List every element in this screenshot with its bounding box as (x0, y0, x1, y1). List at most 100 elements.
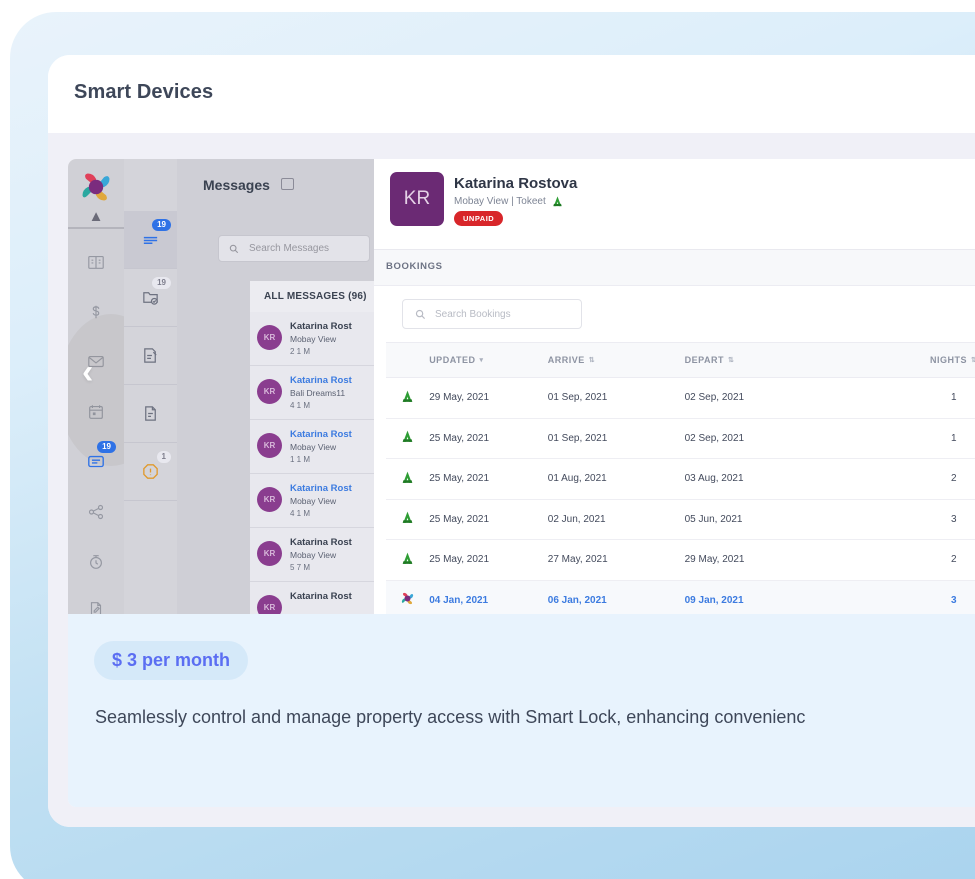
table-row[interactable]: 25 May, 2021 01 Aug, 2021 03 Aug, 2021 2 (386, 459, 975, 500)
list-item[interactable]: KR Katarina Rost Mobay View 1 1 M (250, 420, 374, 474)
all-messages-tab-label: ALL MESSAGES (96) (264, 291, 367, 302)
column-header-updated-label: UPDATED (429, 355, 475, 365)
rail-item-properties[interactable] (68, 237, 124, 287)
bookings-table: UPDATED ▾ ARRIVE ⇅ DEPART ⇅ (386, 342, 975, 614)
tokeet-color-icon (386, 591, 429, 609)
guest-header: KR Katarina Rostova Mobay View | Tokeet … (374, 159, 975, 250)
avatar: KR (257, 433, 282, 458)
table-row[interactable]: 29 May, 2021 01 Sep, 2021 02 Sep, 2021 1 (386, 378, 975, 419)
rail-collapse-chevron-up-icon[interactable]: ▲ (68, 209, 124, 224)
sort-icon: ⇅ (971, 356, 975, 364)
column-header-depart[interactable]: DEPART ⇅ (685, 355, 904, 365)
nav2-item-threads[interactable]: 19 (124, 269, 177, 327)
secondary-nav: 19 19 (124, 159, 177, 614)
cell-arrive: 27 May, 2021 (548, 554, 685, 565)
cell-arrive: 06 Jan, 2021 (548, 595, 685, 606)
message-meta: 1 1 M (290, 455, 374, 464)
product-preview-panel: ▲ (68, 159, 975, 807)
rail-item-documents[interactable] (68, 584, 124, 614)
rail-item-channels[interactable] (68, 487, 124, 537)
column-header-updated[interactable]: UPDATED ▾ (429, 355, 548, 365)
cell-arrive: 02 Jun, 2021 (548, 514, 685, 525)
message-meta: 4 1 M (290, 401, 374, 410)
list-view-icon[interactable] (281, 178, 294, 190)
cell-updated: 25 May, 2021 (429, 554, 548, 565)
tokeet-green-icon (386, 510, 429, 528)
smart-devices-window: Smart Devices (48, 55, 975, 827)
nav2-item-all-messages[interactable]: 19 (124, 211, 177, 269)
nav2-item-alerts[interactable]: 1 (124, 443, 177, 501)
message-sender: Katarina Rost (290, 321, 374, 332)
message-sender: Katarina Rost (290, 537, 374, 548)
message-property: Bali Dreams11 (290, 388, 374, 398)
table-row[interactable]: 25 May, 2021 02 Jun, 2021 05 Jun, 2021 3 (386, 500, 975, 541)
rail-messages-badge: 19 (97, 441, 116, 453)
message-meta: 2 1 M (290, 347, 374, 356)
nav2-item-drafts[interactable] (124, 385, 177, 443)
avatar: KR (257, 487, 282, 512)
message-property: Mobay View (290, 496, 374, 506)
list-item[interactable]: KR Katarina Rost Mobay View 5 7 M (250, 528, 374, 582)
nav2-badge-alerts: 1 (157, 451, 171, 463)
all-messages-tab[interactable]: ALL MESSAGES (96) (250, 281, 374, 312)
column-header-arrive[interactable]: ARRIVE ⇅ (548, 355, 685, 365)
guest-subtitle: Mobay View | Tokeet (454, 195, 564, 208)
list-item[interactable]: KR Katarina Rost Mobay View 2 1 M (250, 312, 374, 366)
table-row[interactable]: 25 May, 2021 01 Sep, 2021 02 Sep, 2021 1 (386, 419, 975, 460)
avatar: KR (257, 541, 282, 566)
cell-nights: 1 (904, 392, 975, 403)
cell-nights: 2 (904, 473, 975, 484)
search-icon (229, 244, 239, 254)
cell-updated: 25 May, 2021 (429, 433, 548, 444)
message-meta: 5 7 M (290, 563, 374, 572)
message-property: Mobay View (290, 334, 374, 344)
rail-item-automation[interactable] (68, 537, 124, 587)
cell-nights: 2 (904, 554, 975, 565)
bookings-section-label: BOOKINGS (374, 250, 975, 286)
cell-depart: 02 Sep, 2021 (685, 433, 904, 444)
cell-updated: 25 May, 2021 (429, 473, 548, 484)
feature-description: Seamlessly control and manage property a… (95, 707, 805, 728)
cell-depart: 03 Aug, 2021 (685, 473, 904, 484)
guest-subtitle-text: Mobay View | Tokeet (454, 196, 546, 207)
bookings-section-label-text: BOOKINGS (386, 261, 443, 272)
guest-name: Katarina Rostova (454, 175, 577, 192)
messages-title: Messages (203, 177, 270, 193)
screenshot-stage: Smart Devices (0, 0, 975, 879)
list-item[interactable]: KR Katarina Rost (250, 582, 374, 614)
cell-arrive: 01 Aug, 2021 (548, 473, 685, 484)
avatar: KR (257, 325, 282, 350)
message-sender: Katarina Rost (290, 429, 374, 440)
nav2-item-templates[interactable] (124, 327, 177, 385)
column-header-nights[interactable]: NIGHTS ⇅ (904, 355, 975, 365)
cell-depart: 05 Jun, 2021 (685, 514, 904, 525)
list-item[interactable]: KR Katarina Rost Bali Dreams11 4 1 M (250, 366, 374, 420)
table-row[interactable]: 04 Jan, 2021 06 Jan, 2021 09 Jan, 2021 3 (386, 581, 975, 615)
message-list[interactable]: KR Katarina Rost Mobay View 2 1 M KR Kat… (250, 312, 374, 614)
price-badge: $ 3 per month (94, 641, 248, 680)
search-icon (415, 309, 426, 320)
message-property: Mobay View (290, 442, 374, 452)
tokeet-green-icon (386, 470, 429, 488)
tokeet-green-icon (386, 389, 429, 407)
avatar: KR (257, 595, 282, 614)
status-badge: UNPAID (454, 211, 503, 226)
rail-back-arrow-icon[interactable]: ‹ (82, 355, 93, 389)
nav2-badge-threads: 19 (152, 277, 171, 289)
rail-item-messages[interactable]: 19 (68, 437, 124, 487)
cell-arrive: 01 Sep, 2021 (548, 433, 685, 444)
table-row[interactable]: 25 May, 2021 27 May, 2021 29 May, 2021 2 (386, 540, 975, 581)
tokeet-pinwheel-logo-icon[interactable] (78, 169, 114, 205)
search-messages-input[interactable]: Search Messages (218, 235, 370, 262)
search-bookings-input[interactable]: Search Bookings (402, 299, 582, 329)
cell-nights: 1 (904, 433, 975, 444)
app-screenshot: ▲ (68, 159, 975, 614)
chevron-down-icon: ▾ (480, 356, 484, 364)
avatar: KR (257, 379, 282, 404)
nav2-badge-all-messages: 19 (152, 219, 171, 231)
rail-divider (68, 227, 124, 229)
rail-item-calendar[interactable] (68, 387, 124, 437)
list-item[interactable]: KR Katarina Rost Mobay View 4 1 M (250, 474, 374, 528)
search-bookings-placeholder: Search Bookings (435, 309, 511, 320)
cell-depart: 29 May, 2021 (685, 554, 904, 565)
